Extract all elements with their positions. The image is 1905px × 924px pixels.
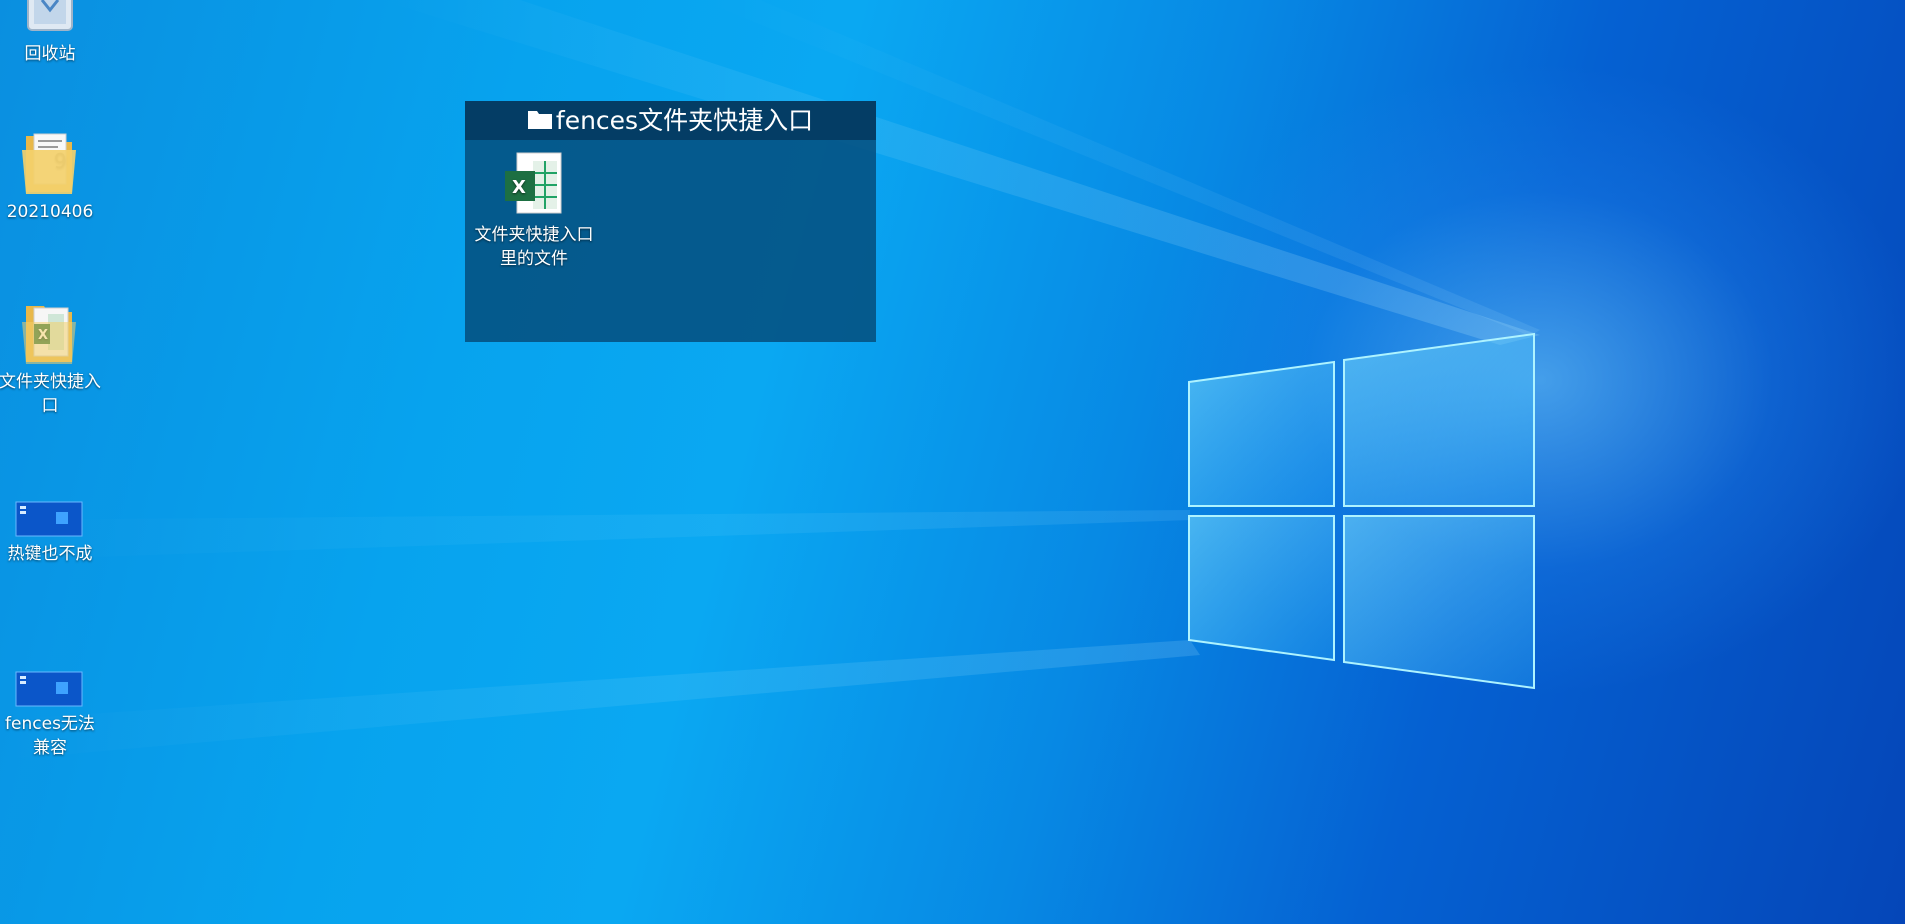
folder-excel-icon: X xyxy=(22,306,76,364)
windows-logo-pane-bottom-left xyxy=(1188,515,1335,662)
desktop-icon-label: fences无法兼容 xyxy=(5,714,95,758)
desktop-icon-label: 文件夹快捷入口 xyxy=(0,372,101,416)
excel-file-icon: X xyxy=(505,152,562,214)
desktop-icon-label: 回收站 xyxy=(24,44,76,64)
desktop-icon-recycle-bin[interactable]: 回收站 xyxy=(0,0,102,66)
wallpaper-graphic xyxy=(0,0,1540,760)
desktop-icon-label: 20210406 xyxy=(6,202,94,222)
fence-title: fences文件夹快捷入口 xyxy=(555,106,814,135)
windows-logo-pane-top-right xyxy=(1343,332,1535,507)
folder-icon xyxy=(527,101,552,140)
desktop-thumbnail-icon xyxy=(15,501,83,537)
fence-header[interactable]: fences文件夹快捷入口 xyxy=(465,101,876,140)
windows-logo-pane-bottom-right xyxy=(1343,515,1535,690)
desktop-icon-hotkey[interactable]: 热键也不成 xyxy=(0,480,102,566)
desktop-thumbnail-icon xyxy=(15,671,83,707)
fence-panel[interactable]: fences文件夹快捷入口 X 文件夹快捷入口里的文件 xyxy=(465,101,876,342)
svg-text:X: X xyxy=(512,177,526,198)
fence-item-label: 文件夹快捷入口里的文件 xyxy=(474,225,594,269)
recycle-bin-icon xyxy=(27,0,73,31)
desktop-icon-label: 热键也不成 xyxy=(7,544,93,564)
desktop-icon-folder-20210406[interactable]: 9 20210406 xyxy=(0,128,102,224)
desktop-icon-folder-shortcut[interactable]: X 文件夹快捷入口 xyxy=(0,298,102,418)
windows-logo-pane-top-left xyxy=(1188,360,1335,507)
desktop[interactable]: 回收站 9 20210406 X 文 xyxy=(0,0,1905,924)
fence-item-excel-file[interactable]: X 文件夹快捷入口里的文件 xyxy=(467,149,601,271)
desktop-icon-fences-incompatible[interactable]: fences无法兼容 xyxy=(0,650,102,760)
folder-icon: 9 xyxy=(22,133,76,194)
